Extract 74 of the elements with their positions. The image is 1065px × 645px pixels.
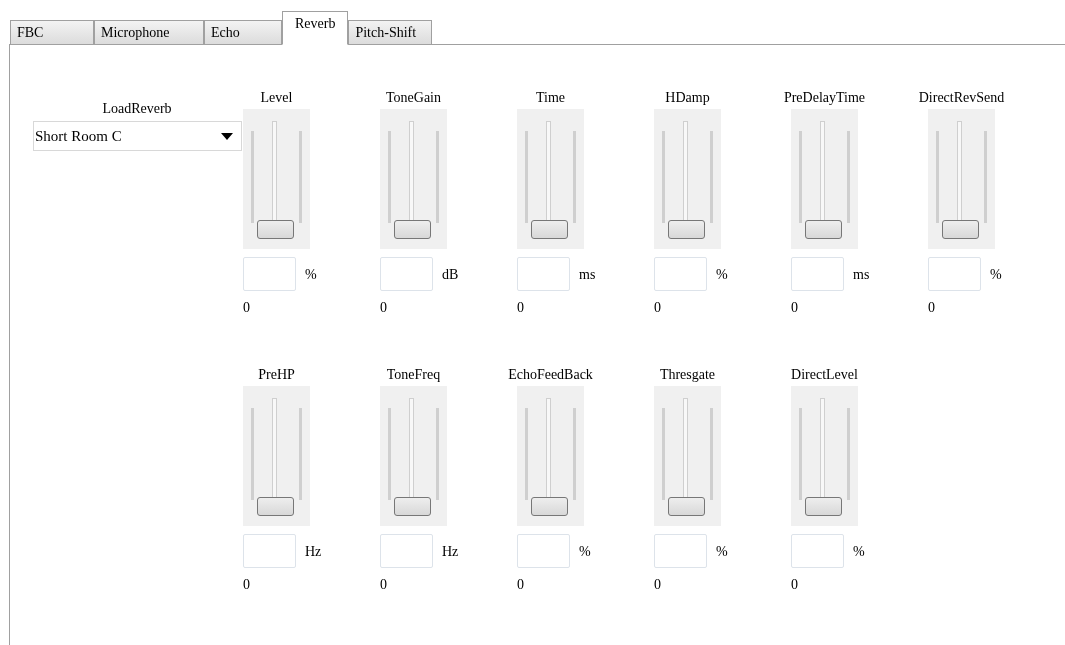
value-reading: 0 <box>243 576 250 594</box>
value-field[interactable] <box>243 534 296 568</box>
unit-label: Hz <box>305 542 322 561</box>
slider-thumb[interactable] <box>805 496 842 516</box>
value-field[interactable] <box>243 257 296 291</box>
slider-label: EchoFeedBack <box>508 366 593 384</box>
vertical-slider[interactable] <box>654 386 721 526</box>
value-reading: 0 <box>791 576 798 594</box>
vertical-slider[interactable] <box>517 386 584 526</box>
slider-label: Thresgate <box>659 366 716 384</box>
slider-thumb[interactable] <box>531 219 568 239</box>
unit-label: % <box>716 265 728 284</box>
reverb-dropdown[interactable]: Short Room C <box>33 121 242 151</box>
tab[interactable]: Pitch-Shift <box>348 20 433 44</box>
slider-thumb[interactable] <box>394 219 431 239</box>
vertical-slider[interactable] <box>380 109 447 249</box>
vertical-slider[interactable] <box>380 386 447 526</box>
value-reading: 0 <box>517 299 524 317</box>
value-field[interactable] <box>654 257 707 291</box>
value-reading: 0 <box>243 299 250 317</box>
slider-thumb[interactable] <box>668 496 705 516</box>
value-reading: 0 <box>380 576 387 594</box>
vertical-slider[interactable] <box>928 109 995 249</box>
slider-label: PreHP <box>258 366 295 384</box>
vertical-slider[interactable] <box>654 109 721 249</box>
value-field[interactable] <box>928 257 981 291</box>
unit-label: % <box>305 265 317 284</box>
slider-label: ToneGain <box>386 89 441 107</box>
dropdown-label: LoadReverb <box>101 100 173 118</box>
tab[interactable]: Microphone <box>94 20 204 44</box>
vertical-slider[interactable] <box>791 386 858 526</box>
slider-label: ToneFreq <box>386 366 441 384</box>
value-field[interactable] <box>791 534 844 568</box>
slider-thumb[interactable] <box>257 496 294 516</box>
slider-label: DirectRevSend <box>918 89 1005 107</box>
vertical-slider[interactable] <box>791 109 858 249</box>
slider-thumb[interactable] <box>257 219 294 239</box>
slider-thumb[interactable] <box>805 219 842 239</box>
unit-label: % <box>716 542 728 561</box>
value-reading: 0 <box>517 576 524 594</box>
slider-thumb[interactable] <box>531 496 568 516</box>
vertical-slider[interactable] <box>243 109 310 249</box>
slider-label: PreDelayTime <box>783 89 866 107</box>
unit-label: % <box>990 265 1002 284</box>
value-field[interactable] <box>791 257 844 291</box>
value-reading: 0 <box>654 576 661 594</box>
value-field[interactable] <box>654 534 707 568</box>
value-reading: 0 <box>928 299 935 317</box>
slider-thumb[interactable] <box>668 219 705 239</box>
unit-label: % <box>579 542 591 561</box>
value-field[interactable] <box>380 257 433 291</box>
tab[interactable]: Echo <box>204 20 282 44</box>
slider-thumb[interactable] <box>942 219 979 239</box>
tab[interactable]: FBC <box>10 20 94 44</box>
value-field[interactable] <box>517 257 570 291</box>
slider-label: DirectLevel <box>791 366 858 384</box>
value-reading: 0 <box>654 299 661 317</box>
unit-label: % <box>853 542 865 561</box>
slider-label: Time <box>535 89 566 107</box>
value-field[interactable] <box>517 534 570 568</box>
slider-label: HDamp <box>665 89 710 107</box>
vertical-slider[interactable] <box>517 109 584 249</box>
value-field[interactable] <box>380 534 433 568</box>
slider-thumb[interactable] <box>394 496 431 516</box>
unit-label: dB <box>442 265 459 284</box>
tab[interactable]: Reverb <box>282 11 349 45</box>
unit-label: ms <box>853 265 870 284</box>
unit-label: ms <box>579 265 596 284</box>
value-reading: 0 <box>791 299 798 317</box>
unit-label: Hz <box>442 542 459 561</box>
vertical-slider[interactable] <box>243 386 310 526</box>
slider-label: Level <box>260 89 293 107</box>
value-reading: 0 <box>380 299 387 317</box>
dropdown-arrow-icon <box>221 132 233 140</box>
